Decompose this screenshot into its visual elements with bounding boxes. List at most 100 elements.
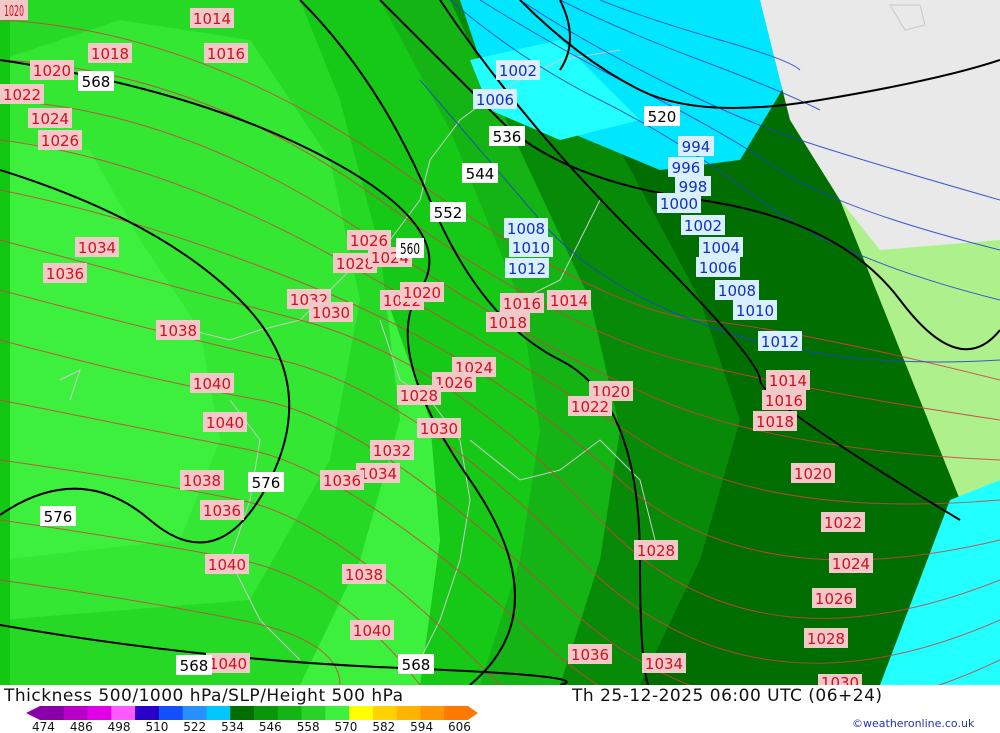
low-label: 1000: [657, 193, 701, 213]
svg-text:568: 568: [402, 656, 431, 674]
height-label: 536: [489, 126, 525, 146]
svg-text:576: 576: [252, 474, 281, 492]
height-label: 560: [396, 238, 424, 258]
scale-swatch: [301, 706, 326, 720]
scale-swatch: [135, 706, 160, 720]
scale-swatch: [444, 706, 469, 720]
scale-swatch: [63, 706, 89, 720]
slp-label: 1040: [203, 412, 247, 432]
scale-label: 570: [335, 720, 358, 733]
svg-text:1028: 1028: [400, 387, 438, 405]
low-label: 1008: [504, 218, 548, 238]
svg-text:1032: 1032: [373, 442, 411, 460]
slp-label: 1026: [812, 588, 856, 608]
svg-text:1040: 1040: [206, 414, 244, 432]
low-label: 1004: [699, 237, 743, 257]
scale-labels: 474 486 498 510 522 534 546 558 570 582 594 606: [32, 720, 471, 733]
slp-label: 1016: [762, 390, 806, 410]
svg-text:1028: 1028: [807, 630, 845, 648]
slp-label: 1034: [75, 237, 119, 257]
low-label: 996: [668, 157, 704, 177]
height-label: 552: [430, 202, 466, 222]
svg-text:1036: 1036: [323, 472, 361, 490]
svg-text:568: 568: [180, 657, 209, 675]
svg-text:1040: 1040: [193, 375, 231, 393]
svg-text:1010: 1010: [512, 239, 550, 257]
svg-text:1020: 1020: [794, 465, 832, 483]
svg-text:1038: 1038: [345, 566, 383, 584]
slp-label: 1034: [642, 653, 686, 673]
svg-text:1016: 1016: [503, 295, 541, 313]
svg-text:560: 560: [400, 240, 420, 258]
height-label: 568: [78, 71, 114, 91]
svg-text:1024: 1024: [832, 555, 870, 573]
svg-text:1016: 1016: [207, 45, 245, 63]
svg-text:520: 520: [648, 108, 677, 126]
slp-label: 1028: [634, 540, 678, 560]
scale-swatches: [26, 706, 478, 720]
color-scale: 474 486 498 510 522 534 546 558 570 582 594 606: [26, 706, 478, 733]
slp-label: 1038: [342, 564, 386, 584]
scale-label: 606: [448, 720, 471, 733]
credit-link[interactable]: ©weatheronline.co.uk: [852, 717, 974, 730]
slp-label: 1036: [568, 644, 612, 664]
slp-label: 1036: [43, 263, 87, 283]
svg-text:1014: 1014: [550, 292, 588, 310]
svg-text:1018: 1018: [756, 413, 794, 431]
low-label: 994: [678, 136, 714, 156]
slp-label: 1020: [400, 282, 444, 302]
low-label: 1002: [496, 60, 540, 80]
svg-text:1028: 1028: [637, 542, 675, 560]
svg-text:1004: 1004: [702, 239, 740, 257]
svg-text:1030: 1030: [420, 420, 458, 438]
svg-text:576: 576: [44, 508, 73, 526]
svg-text:1036: 1036: [571, 646, 609, 664]
scale-swatch: [87, 706, 112, 720]
svg-text:1008: 1008: [507, 220, 545, 238]
svg-text:1024: 1024: [31, 110, 69, 128]
svg-text:1030: 1030: [312, 304, 350, 322]
scale-swatch: [349, 706, 374, 720]
low-label: 1012: [758, 331, 802, 351]
svg-text:1018: 1018: [489, 314, 527, 332]
svg-text:1002: 1002: [684, 217, 722, 235]
svg-text:1034: 1034: [359, 465, 397, 483]
slp-label: 1030: [417, 418, 461, 438]
scale-swatch: [420, 706, 445, 720]
slp-label: 1018: [88, 43, 132, 63]
svg-text:1026: 1026: [41, 132, 79, 150]
svg-text:1020: 1020: [33, 62, 71, 80]
slp-label: 1020: [0, 0, 28, 20]
slp-label: 1028: [397, 385, 441, 405]
scale-label: 498: [108, 720, 131, 733]
svg-text:1030: 1030: [821, 674, 859, 685]
height-label: 544: [462, 163, 498, 183]
slp-label: 1022: [0, 84, 44, 104]
svg-text:1022: 1022: [824, 514, 862, 532]
scale-swatch: [230, 706, 255, 720]
slp-label: 1014: [766, 370, 810, 390]
svg-text:1012: 1012: [508, 260, 546, 278]
map-title: Thickness 500/1000 hPa/SLP/Height 500 hP…: [4, 686, 404, 706]
svg-text:1038: 1038: [159, 322, 197, 340]
svg-text:1034: 1034: [645, 655, 683, 673]
scale-label: 546: [259, 720, 282, 733]
slp-label: 1040: [206, 653, 250, 673]
slp-label: 1024: [829, 553, 873, 573]
low-label: 1006: [696, 257, 740, 277]
scale-swatch: [254, 706, 279, 720]
svg-text:1022: 1022: [571, 398, 609, 416]
svg-text:1036: 1036: [46, 265, 84, 283]
scale-label: 594: [410, 720, 433, 733]
slp-label: 1016: [204, 43, 248, 63]
slp-label: 1024: [28, 108, 72, 128]
slp-label: 1030: [818, 674, 862, 685]
scale-swatch: [111, 706, 136, 720]
slp-label: 1030: [309, 302, 353, 322]
svg-text:1020: 1020: [403, 284, 441, 302]
slp-label: 1014: [547, 290, 591, 310]
svg-text:1002: 1002: [499, 62, 537, 80]
scale-swatch: [158, 706, 184, 720]
scale-arrow-right: [468, 706, 478, 720]
scale-label: 522: [183, 720, 206, 733]
